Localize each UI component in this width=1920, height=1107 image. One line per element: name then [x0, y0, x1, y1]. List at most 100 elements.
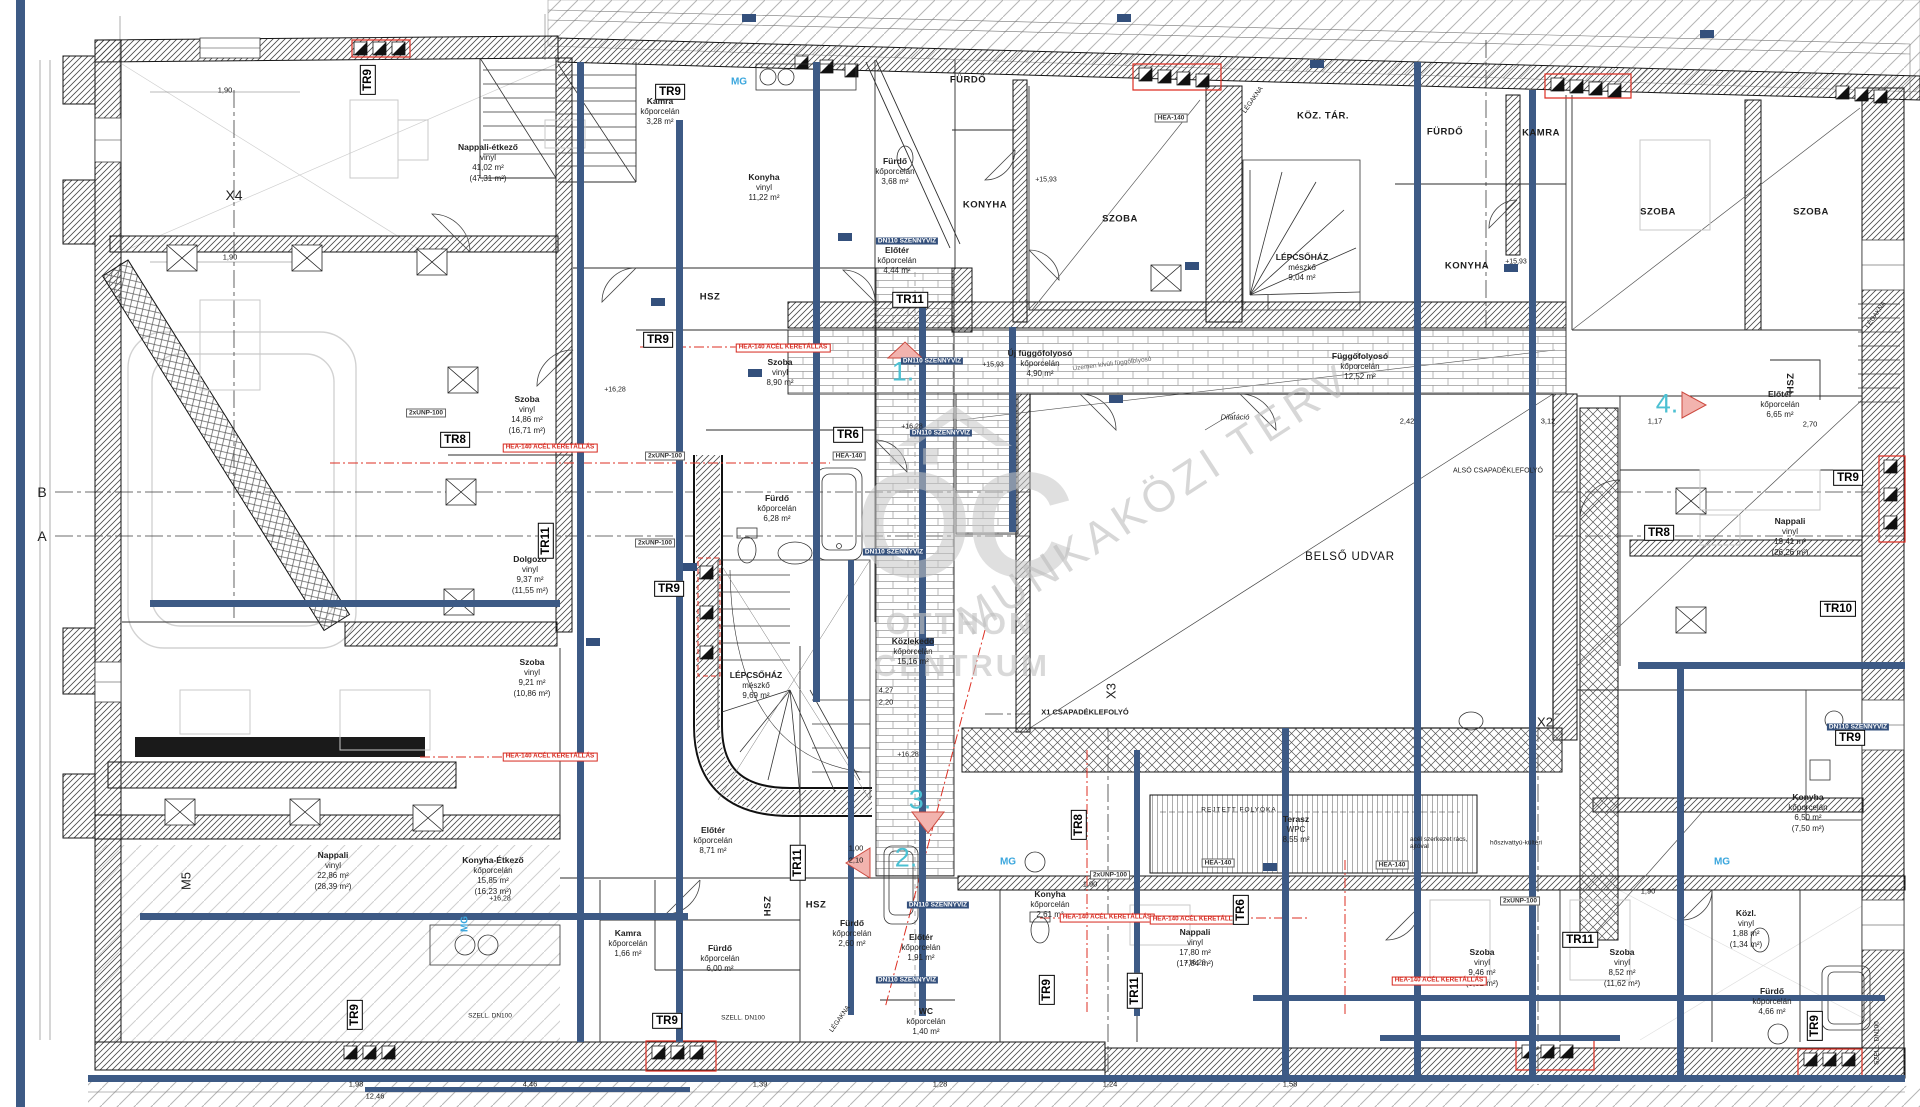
room-cap: SZOBA: [1102, 214, 1138, 225]
room-cap: HSZ: [700, 292, 721, 303]
dim: 2,70: [1803, 420, 1818, 429]
marker-tr: TR8: [1071, 810, 1087, 840]
tag-szell: SZELL. DN100: [468, 1013, 512, 1020]
marker-tr: TR9: [652, 1013, 682, 1029]
dim: 1,98: [349, 1080, 364, 1089]
tag-szell: SZELL. DN100: [721, 1015, 765, 1022]
marker-tr: TR9: [1807, 1011, 1823, 1041]
room-label-stairs: LÉPCSŐHÁZmészkő9,69 m²: [730, 670, 782, 702]
level-mark: +15,93: [1505, 259, 1527, 266]
room-cap: KAMRA: [1522, 128, 1560, 139]
room-label: Konyha-Étkezőkőporcelán15,85 m²(16,23 m²…: [462, 855, 523, 897]
room-label: Szobavinyl14,86 m²(16,71 m²): [509, 394, 546, 436]
note-acel: acél szerkezet rács, ajtóval: [1410, 836, 1470, 850]
dim: 1,39: [753, 1080, 768, 1089]
marker-tr: TR11: [1562, 932, 1598, 948]
room-label: Előtérkőporcelán6,65 m²: [1760, 389, 1799, 421]
room-cap: KÖZ. TÁR.: [1297, 111, 1349, 122]
marker-tr: TR9: [643, 332, 673, 348]
mg-label: MG: [1714, 857, 1730, 868]
room-label-stairs: LÉPCSŐHÁZmészkő9,04 m²: [1276, 252, 1328, 284]
room-label: Előtérkőporcelán4,44 m²: [877, 245, 916, 277]
room-cap: KONYHA: [963, 200, 1007, 211]
room-label: WCkőporcelán1,40 m²: [906, 1006, 945, 1038]
room-label: Kamrakőporcelán1,66 m²: [608, 928, 647, 960]
tag-hea140: HEA-140: [1202, 859, 1235, 868]
room-label: Kamrakőporcelán3,28 m²: [640, 96, 679, 128]
mg-label: MG: [1000, 857, 1016, 868]
step-number: 2.: [895, 843, 918, 874]
grid-label-m5: M5: [179, 872, 194, 890]
room-label: Előtérkőporcelán8,71 m²: [693, 825, 732, 857]
grid-label-x4: X4: [225, 187, 242, 203]
room-cap: SZOBA: [1793, 207, 1829, 218]
dim: 1,58: [1283, 1080, 1298, 1089]
marker-tr: TR9: [654, 581, 684, 597]
room-label-terrace: TeraszWPC8,55 m²: [1282, 814, 1309, 846]
dim: 2,42: [1400, 417, 1415, 426]
floor-plan: ÖC OTTHON CENTRUM MUNKAKÖZI TERV BELSŐ U…: [0, 0, 1920, 1107]
tag-szennyviz: DN110 SZENNYVÍZ: [907, 902, 969, 909]
dim: 12,46: [366, 1092, 385, 1101]
tag-unp: 2xUNP-100: [1500, 897, 1540, 906]
dim: 4,27: [879, 686, 894, 695]
room-label: Fürdőkőporcelán6,28 m²: [757, 493, 796, 525]
tag-szennyviz: DN110 SZENNYVÍZ: [863, 549, 925, 556]
dark-wall-band: [135, 737, 425, 757]
room-cap: HSZ: [1786, 373, 1797, 394]
dim: 1,28: [933, 1080, 948, 1089]
tag-szennyviz: DN110 SZENNYVÍZ: [876, 238, 938, 245]
room-label: Fürdőkőporcelán2,60 m²: [832, 918, 871, 950]
dim: 1,90: [223, 253, 238, 262]
grid-label-x3: X3: [1104, 683, 1119, 699]
tag-szennyviz: DN110 SZENNYVÍZ: [910, 430, 972, 437]
level-mark: +15,93: [982, 362, 1004, 369]
room-label: Közlekedőkőporcelán15,16 m²: [892, 636, 935, 668]
grid-label-a: A: [37, 528, 46, 544]
marker-tr: TR11: [538, 523, 554, 559]
room-label: Fürdőkőporcelán3,68 m²: [875, 156, 914, 188]
marker-tr: TR8: [1644, 525, 1674, 541]
room-label: Függőfolyosókőporcelán12,52 m²: [1332, 351, 1388, 383]
tag-hea140: HEA-140: [833, 452, 866, 461]
room-label: Nappalivinyl19,41 m²(26,26 m²): [1772, 516, 1809, 558]
room-label: Konyhakőporcelán6,50 m²(7,50 m²): [1788, 792, 1827, 834]
note-also-csapadek: ALSÓ CSAPADÉKLEFOLYÓ: [1453, 468, 1543, 475]
level-mark: +16,28: [897, 752, 919, 759]
tag-keretallas: HEA-140 ACÉL KERETÁLLÁS: [1150, 916, 1245, 925]
room-label: Fürdőkőporcelán4,66 m²: [1752, 986, 1791, 1018]
room-label: Fürdőkőporcelán6,00 m²: [700, 943, 739, 975]
step-number: 1.: [892, 357, 915, 388]
tag-unp: 2xUNP-100: [1090, 871, 1130, 880]
marker-tr: TR9: [347, 1000, 363, 1030]
tag-keretallas: HEA-140 ACÉL KERETÁLLÁS: [503, 444, 598, 453]
dim: 1,90: [1641, 887, 1656, 896]
room-cap: KONYHA: [1445, 261, 1489, 272]
room-label: Konyhavinyl11,22 m²: [748, 172, 779, 204]
step-number: 3.: [909, 785, 932, 816]
room-cap: FÜRDŐ: [1427, 127, 1463, 138]
marker-tr: TR8: [440, 432, 470, 448]
tag-hea140: HEA-140: [1155, 114, 1188, 123]
dim: 1,24: [1103, 1080, 1118, 1089]
room-cap: FÜRDŐ: [950, 75, 986, 86]
dim: 4,46: [523, 1080, 538, 1089]
tag-unp: 2xUNP-100: [645, 452, 685, 461]
room-label: Nappalivinyl22,86 m²(28,39 m²): [315, 850, 352, 892]
level-mark: +15,93: [1035, 177, 1057, 184]
tag-szell: SZELL. DN100: [1874, 1021, 1881, 1065]
note-rejtett-folyoka: REJTETT FOLYÓKA: [1201, 807, 1276, 814]
room-label: Közl.vinyl1,88 m²(1,34 m²): [1730, 908, 1762, 950]
marker-tr: TR11: [1127, 973, 1143, 1009]
grid-label-x2: X2: [1537, 715, 1553, 730]
room-label: Dolgozóvinyl9,37 m²(11,55 m²): [512, 554, 548, 596]
room-label: Nappali-étkezővinyl41,02 m²(47,31 m²): [458, 142, 518, 184]
room-label: Új függőfolyosókőporcelán4,90 m²: [1008, 348, 1073, 380]
dim: 3,12: [1541, 417, 1556, 426]
marker-tr: TR9: [1039, 975, 1055, 1005]
marker-tr: TR9: [655, 84, 685, 100]
mg-label: MG: [460, 916, 471, 932]
tag-keretallas: HEA-140 ACÉL KERETÁLLÁS: [736, 344, 831, 353]
room-label: Előtérkőporcelán1,91 m²: [901, 932, 940, 964]
dim: 1,90: [1083, 880, 1098, 889]
